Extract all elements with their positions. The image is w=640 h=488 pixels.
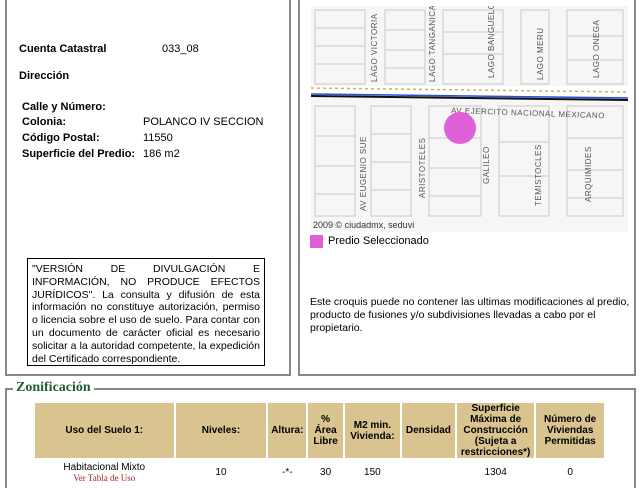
street-eugenio-sue: AV EUGENIO SUE	[359, 136, 368, 211]
colonia-label: Colonia:	[22, 116, 66, 128]
street-lago-banguelo: LAGO BANGUELO	[487, 6, 496, 78]
street-lago-tanganica: LAGO TANGANICA	[428, 6, 437, 82]
street-lago-victoria: LAGO VICTORIA	[370, 13, 379, 82]
colonia-value: POLANCO IV SECCION	[143, 116, 264, 128]
cell-niveles: 10	[215, 467, 227, 478]
ver-tabla-uso-link[interactable]: Ver Tabla de Uso	[35, 473, 174, 483]
street-galileo: GALILEO	[482, 146, 491, 184]
disclaimer-box: "VERSIÓN DE DIVULGACIÓN E INFORMACIÓN, N…	[27, 258, 265, 366]
cell-area-libre: 30	[320, 467, 332, 478]
cell-densidad	[402, 460, 455, 485]
uso-value: Habitacional Mixto	[63, 462, 146, 473]
map-view[interactable]: LAGO VICTORIA LAGO TANGANICA LAGO BANGUE…	[311, 6, 628, 232]
street-lago-onega: LAGO ONEGA	[592, 19, 601, 78]
map-copyright: 2009 © ciudadmx, seduvi	[313, 220, 414, 230]
calle-label: Calle y Número:	[22, 101, 106, 113]
zonificacion-table: Uso del Suelo 1: Niveles: Altura: % Área…	[33, 401, 606, 487]
predio-marker[interactable]	[444, 112, 476, 144]
legend-swatch	[310, 235, 323, 248]
superficie-value: 186 m2	[143, 148, 180, 160]
cell-m2-min: 150	[364, 467, 381, 478]
map-svg: LAGO VICTORIA LAGO TANGANICA LAGO BANGUE…	[311, 6, 628, 232]
cell-altura: -*-	[282, 467, 293, 478]
zonificacion-title: Zonificación	[13, 380, 94, 396]
legend-label: Predio Seleccionado	[328, 235, 429, 247]
table-row: Habitacional Mixto Ver Tabla de Uso 10 -…	[35, 460, 604, 485]
street-arquimides: ARQUIMIDES	[584, 146, 593, 202]
street-temistocles: TEMISTOCLES	[534, 144, 543, 206]
col-altura: Altura:	[268, 403, 307, 458]
cell-superficie-max: 1304	[484, 467, 507, 478]
cell-num-viviendas: 0	[567, 467, 573, 478]
cuenta-label: Cuenta Catastral	[19, 43, 107, 55]
street-lago-meru: LAGO MERU	[536, 27, 545, 80]
col-superficie-max: Superficie Máxima de Construcción (Sujet…	[457, 403, 535, 458]
cp-value: 11550	[143, 132, 173, 144]
col-niveles: Niveles:	[175, 403, 267, 458]
direccion-label: Dirección	[19, 70, 70, 82]
table-header-row: Uso del Suelo 1: Niveles: Altura: % Área…	[35, 403, 604, 458]
croquis-note: Este croquis puede no contener las ultim…	[310, 296, 630, 334]
col-area-libre: % Área Libre	[308, 403, 343, 458]
cp-label: Código Postal:	[22, 132, 100, 144]
col-densidad: Densidad	[401, 403, 455, 458]
street-aristoteles: ARISTOTELES	[418, 138, 427, 198]
cell-uso: Habitacional Mixto Ver Tabla de Uso	[35, 460, 174, 485]
col-m2-min: M2 min. Vivienda:	[345, 403, 400, 458]
cuenta-value: 033_08	[162, 43, 199, 55]
col-num-viviendas: Número de Viviendas Permitidas	[536, 403, 604, 458]
col-uso: Uso del Suelo 1:	[35, 403, 174, 458]
superficie-label: Superficie del Predio:	[22, 148, 136, 160]
